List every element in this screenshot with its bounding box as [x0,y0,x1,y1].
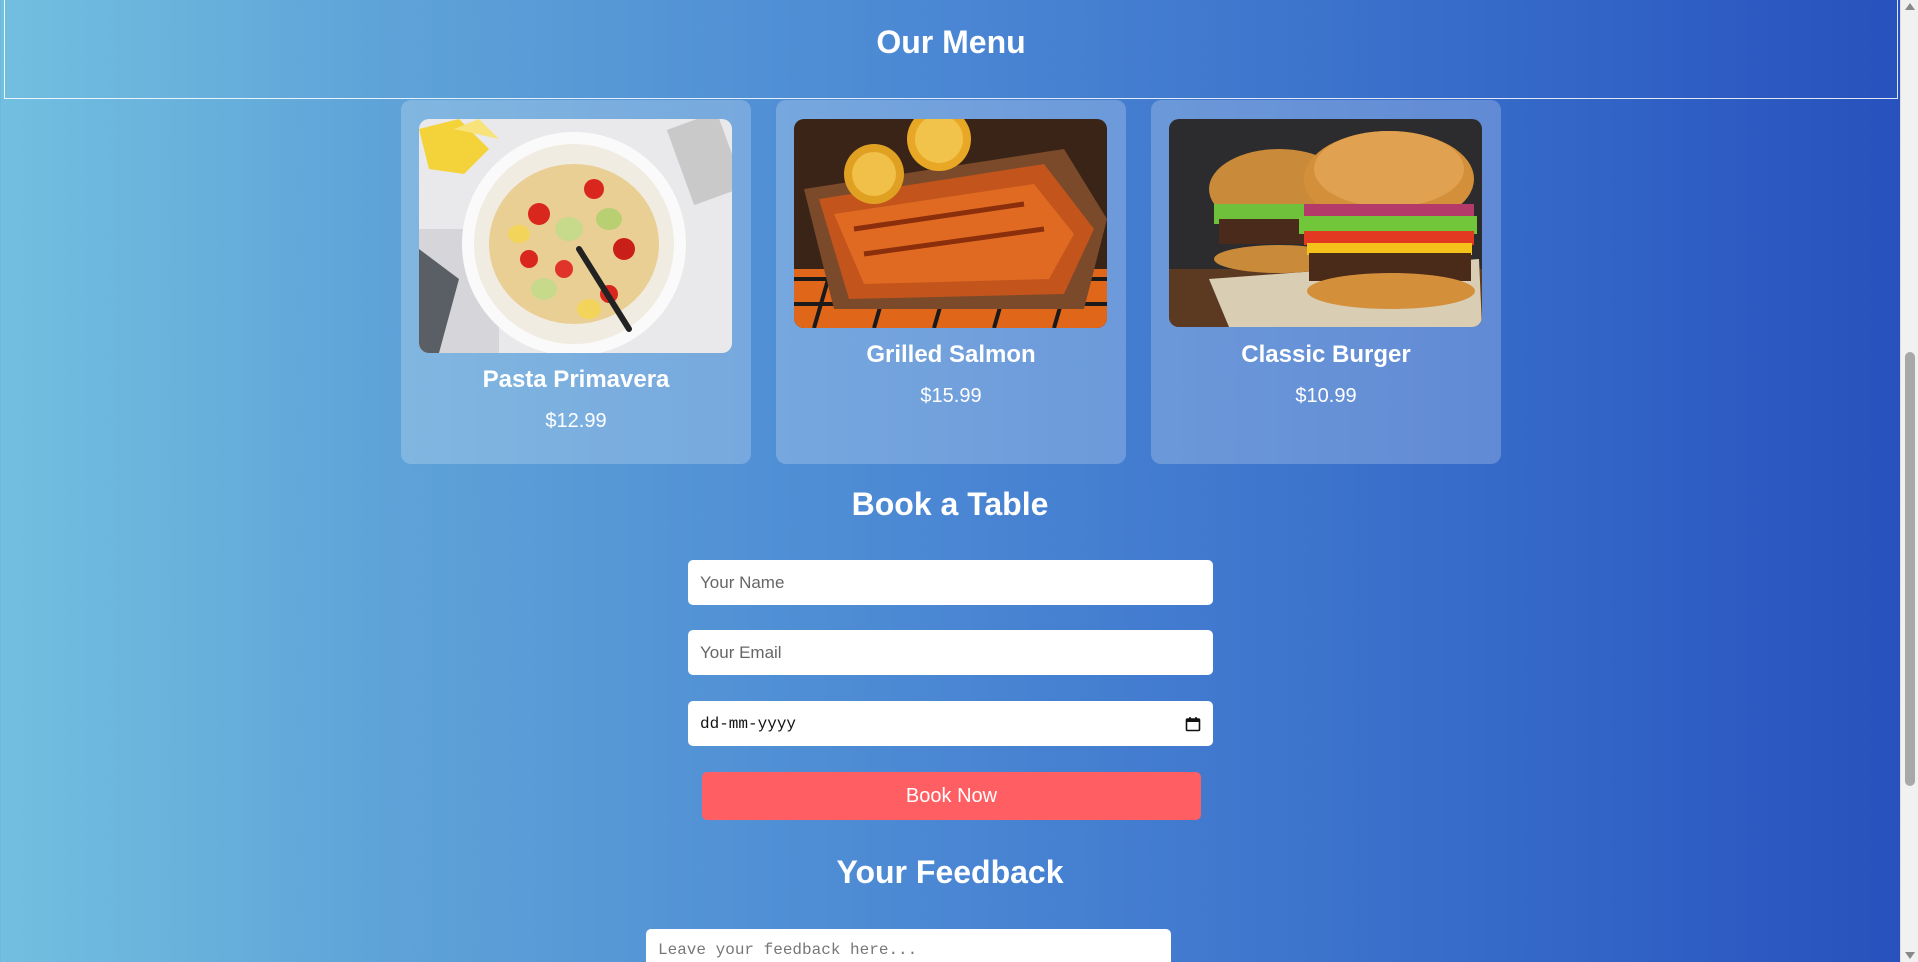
pasta-image [419,119,732,353]
menu-header: Our Menu [4,0,1898,99]
menu-card-burger[interactable]: Classic Burger $10.99 [1151,100,1501,464]
book-now-button[interactable]: Book Now [702,772,1201,820]
menu-title: Our Menu [876,23,1026,60]
page-scrollbar[interactable] [1900,0,1918,962]
menu-item-name: Classic Burger [1241,341,1411,368]
email-input[interactable] [688,630,1213,675]
menu-cards: Pasta Primavera $12.99 Grilled Salmon $1… [401,100,1501,464]
menu-card-pasta[interactable]: Pasta Primavera $12.99 [401,100,751,464]
name-input[interactable] [688,560,1213,605]
salmon-image [794,119,1107,328]
booking-title: Book a Table [851,486,1049,522]
feedback-placeholder: Leave your feedback here... [658,941,918,959]
scroll-down-icon[interactable] [1905,952,1915,959]
calendar-icon[interactable] [1185,716,1201,732]
burger-image [1169,119,1482,327]
feedback-title: Your Feedback [836,854,1064,890]
menu-item-price: $15.99 [920,385,982,407]
feedback-textarea[interactable]: Leave your feedback here... [646,929,1171,962]
menu-item-price: $12.99 [545,410,607,432]
date-placeholder: dd-mm-yyyy [700,714,797,733]
date-input[interactable]: dd-mm-yyyy [688,701,1213,746]
scroll-up-icon[interactable] [1905,3,1915,10]
menu-card-salmon[interactable]: Grilled Salmon $15.99 [776,100,1126,464]
menu-item-name: Pasta Primavera [482,366,670,393]
menu-item-name: Grilled Salmon [866,341,1036,368]
menu-item-price: $10.99 [1295,385,1357,407]
scrollbar-thumb[interactable] [1905,352,1915,786]
